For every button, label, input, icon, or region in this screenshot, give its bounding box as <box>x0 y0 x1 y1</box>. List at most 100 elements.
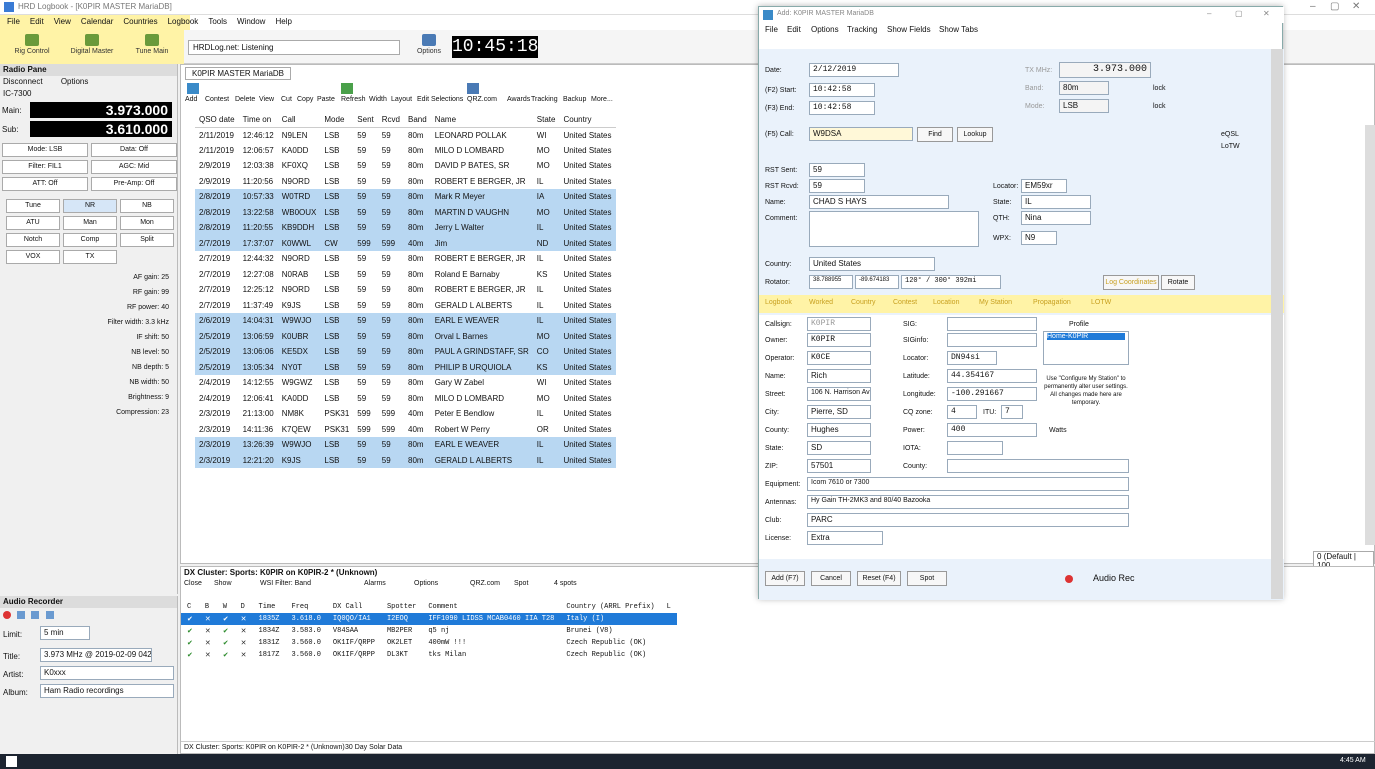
qth-field[interactable]: Nina <box>1021 211 1091 225</box>
title-field[interactable]: 3.973 MHz @ 2019-02-09 0421 <box>40 648 152 662</box>
find-button[interactable]: Find <box>917 127 953 142</box>
log-col-8[interactable]: State <box>532 113 560 128</box>
log-col-4[interactable]: Sent <box>353 113 378 128</box>
table-row[interactable]: 2/7/2019 12:27:08 N0RAB LSB 59 59 80m Roland E … <box>195 267 616 283</box>
tab-location[interactable]: Location <box>933 299 959 306</box>
st-zip-field[interactable]: 57501 <box>807 459 871 473</box>
dx-tab-solar[interactable]: 30 Day Solar Data <box>345 744 402 751</box>
menu-tools[interactable]: Tools <box>203 15 232 28</box>
st-license-field[interactable]: Extra <box>807 531 883 545</box>
menu-window[interactable]: Window <box>232 15 270 28</box>
options-button[interactable]: Options <box>412 34 446 55</box>
table-row[interactable]: 2/3/2019 12:21:20 K9JS LSB 59 59 80m GERALD L A… <box>195 452 616 468</box>
stop-icon[interactable] <box>31 611 40 619</box>
delete-tool[interactable]: Delete <box>235 96 255 103</box>
st-county-field[interactable]: Hughes <box>807 423 871 437</box>
band-select[interactable]: 80m <box>1059 81 1109 95</box>
preamp-button[interactable]: Pre-Amp: Off <box>91 177 177 191</box>
edit-selections-tool[interactable]: Edit Selections <box>417 96 463 103</box>
start-field[interactable]: 10:42:58 <box>809 83 875 97</box>
st-county2-select[interactable] <box>947 459 1129 473</box>
man-button[interactable]: Man <box>63 216 117 230</box>
st-callsign-field[interactable]: K0PIR <box>807 317 871 331</box>
tab-lotw[interactable]: LOTW <box>1091 299 1111 306</box>
name-field[interactable]: CHAD S HAYS <box>809 195 949 209</box>
comp-button[interactable]: Comp <box>63 233 117 247</box>
table-row[interactable]: 2/8/2019 10:57:33 W0TRD LSB 59 59 80m Mark R Me… <box>195 189 616 205</box>
st-siginfo-field[interactable] <box>947 333 1037 347</box>
dx-qrz-button[interactable]: QRZ.com <box>470 580 500 587</box>
artist-field[interactable]: K0xxx <box>40 666 174 680</box>
notch-button[interactable]: Notch <box>6 233 60 247</box>
lock-band[interactable]: lock <box>1153 85 1165 92</box>
st-state-field[interactable]: SD <box>807 441 871 455</box>
st-operator-field[interactable]: K0CE <box>807 351 871 365</box>
cancel-button[interactable]: Cancel <box>811 571 851 586</box>
backup-tool[interactable]: Backup <box>563 96 586 103</box>
atu-button[interactable]: ATU <box>6 216 60 230</box>
tx-button[interactable]: TX <box>63 250 117 264</box>
table-row[interactable]: 2/4/2019 12:06:41 KA0DD LSB 59 59 80m MILO D LO… <box>195 391 616 407</box>
log-col-6[interactable]: Band <box>404 113 431 128</box>
cross-icon[interactable]: ✕ <box>199 637 217 649</box>
dx-tab-cluster[interactable]: DX Cluster: Sports: K0PIR on K0PIR-2 * (… <box>184 744 345 751</box>
tab-propagation[interactable]: Propagation <box>1033 299 1071 306</box>
more-tool[interactable]: More... <box>591 96 613 103</box>
table-row[interactable]: 2/8/2019 11:20:55 KB9DDH LSB 59 59 80m Jerry L … <box>195 220 616 236</box>
logbook-tab[interactable]: K0PIR MASTER MariaDB <box>185 67 292 80</box>
tab-worked[interactable]: Worked <box>809 299 833 306</box>
st-name-field[interactable]: Rich <box>807 369 871 383</box>
dx-col-9[interactable]: Country (ARRL Prefix) <box>560 601 660 613</box>
dx-row[interactable]: ✔ ✕ ✔ ✕ 1817Z 3.560.0 OK1IF/QRPP DL3KT tks Milan… <box>181 649 677 661</box>
check-icon[interactable]: ✔ <box>216 613 235 625</box>
hrdlog-status[interactable]: HRDLog.net: Listening <box>188 40 400 55</box>
tab-my-station[interactable]: My Station <box>979 299 1012 306</box>
check-icon[interactable]: ✔ <box>217 649 235 661</box>
cross-icon[interactable]: ✕ <box>234 613 253 625</box>
mon-button[interactable]: Mon <box>120 216 174 230</box>
lookup-button[interactable]: Lookup <box>957 127 993 142</box>
if-shift-slider[interactable]: IF shift: 50 <box>4 334 173 349</box>
st-itu-field[interactable]: 7 <box>1001 405 1023 419</box>
menu-logbook[interactable]: Logbook <box>163 15 204 28</box>
cross-icon[interactable]: ✕ <box>235 625 253 637</box>
compression-slider[interactable]: Compression: 23 <box>4 409 173 424</box>
call-field[interactable]: W9DSA <box>809 127 913 141</box>
rf-power-slider[interactable]: RF power: 40 <box>4 304 173 319</box>
dmenu-file[interactable]: File <box>765 25 778 34</box>
dx-spot-button[interactable]: Spot <box>514 580 528 587</box>
cross-icon[interactable]: ✕ <box>199 649 217 661</box>
reset-button[interactable]: Reset (F4) <box>857 571 901 586</box>
disconnect-button[interactable]: Disconnect <box>3 77 43 86</box>
st-iota-select[interactable] <box>947 441 1003 455</box>
rst-sent-field[interactable]: 59 <box>809 163 865 177</box>
tab-logbook[interactable]: Logbook <box>765 299 792 306</box>
locator-field[interactable]: EM59xr <box>1021 179 1067 193</box>
table-row[interactable]: 2/4/2019 14:12:55 W9GWZ LSB 59 59 80m Gary W Za… <box>195 375 616 391</box>
layout-tool[interactable]: Layout <box>391 96 412 103</box>
nr-button[interactable]: NR <box>63 199 117 213</box>
album-field[interactable]: Ham Radio recordings <box>40 684 174 698</box>
st-owner-field[interactable]: K0PIR <box>807 333 871 347</box>
cross-icon[interactable]: ✕ <box>198 613 217 625</box>
st-power-field[interactable]: 400 <box>947 423 1037 437</box>
folder-icon[interactable] <box>45 611 54 619</box>
add-button[interactable]: Add (F7) <box>765 571 805 586</box>
dx-show-select[interactable]: Show <box>214 580 232 587</box>
digital-master-button[interactable]: Digital Master <box>64 34 120 55</box>
table-row[interactable]: 2/7/2019 11:37:49 K9JS LSB 59 59 80m GERALD L A… <box>195 298 616 314</box>
date-field[interactable]: 2/12/2019 <box>809 63 899 77</box>
end-field[interactable]: 10:42:58 <box>809 101 875 115</box>
main-frequency[interactable]: 3.973.000 <box>30 102 172 118</box>
check-icon[interactable]: ✔ <box>181 649 199 661</box>
table-row[interactable]: 2/3/2019 13:26:39 W9WJO LSB 59 59 80m EARL E WE… <box>195 437 616 453</box>
dx-col-2[interactable]: W <box>217 601 235 613</box>
audio-rec-icon[interactable] <box>1065 575 1073 583</box>
menu-help[interactable]: Help <box>270 15 296 28</box>
tab-country[interactable]: Country <box>851 299 876 306</box>
check-icon[interactable]: ✔ <box>181 613 199 625</box>
data-button[interactable]: Data: Off <box>91 143 177 157</box>
paste-tool[interactable]: Paste <box>317 96 335 103</box>
rotate-button[interactable]: Rotate <box>1161 275 1195 290</box>
st-antennas-field[interactable]: Hy Gain TH-2MK3 and 80/40 Bazooka <box>807 495 1129 509</box>
